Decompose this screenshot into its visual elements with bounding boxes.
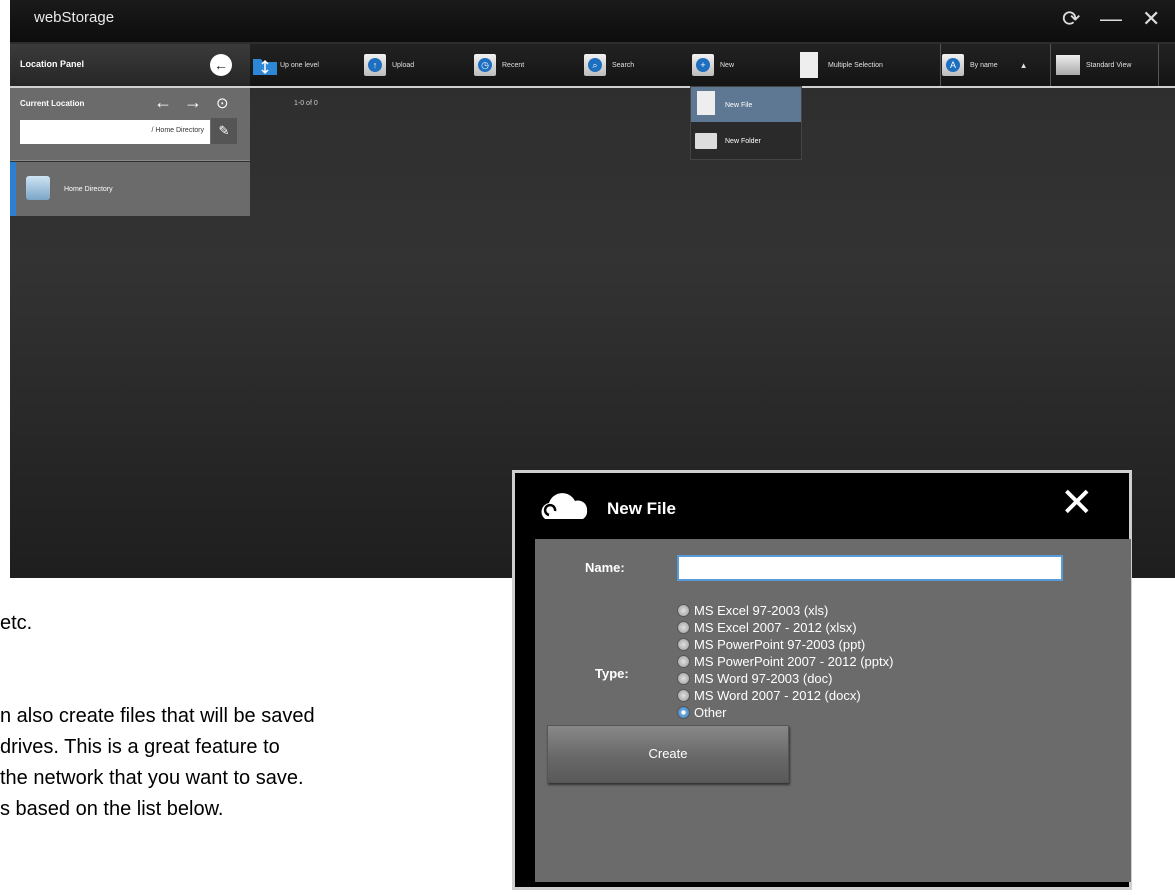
location-panel-header: Location Panel ←	[10, 44, 250, 86]
file-icon	[697, 91, 715, 115]
radio-button-selected[interactable]	[677, 705, 690, 719]
current-location-label: Current Location	[20, 99, 85, 108]
menu-item-new-file[interactable]: New File	[691, 87, 801, 122]
multiple-selection-label: Multiple Selection	[828, 61, 883, 69]
type-option-label: MS Word 97-2003 (doc)	[694, 670, 833, 686]
doc-text: the network that you want to save.	[0, 767, 304, 789]
view-icon	[1056, 55, 1080, 75]
doc-text: n also create files that will be saved	[0, 705, 315, 727]
sort-by-name-button[interactable]: A By name ▲	[942, 52, 1028, 78]
doc-text: drives. This is a great feature to	[0, 736, 280, 758]
menu-item-new-folder[interactable]: New Folder	[691, 123, 801, 158]
title-bar: webStorage ⟳ — ✕	[10, 0, 1175, 42]
new-button[interactable]: + New	[692, 52, 734, 78]
dialog-header: New File ✕	[515, 473, 1129, 543]
current-location-section: Current Location ← → ⊙ / Home Directory …	[10, 88, 250, 161]
radio-button[interactable]	[677, 620, 690, 634]
recent-button[interactable]: ◷ Recent	[474, 52, 524, 78]
up-one-level-button[interactable]: Up one level	[252, 52, 319, 78]
refresh-icon[interactable]: ⟳	[1062, 6, 1080, 32]
doc-text: s based on the list below.	[0, 798, 224, 820]
type-option-ppt[interactable]: MS PowerPoint 97-2003 (ppt)	[677, 635, 865, 653]
type-option-label: MS Excel 97-2003 (xls)	[694, 602, 829, 618]
close-icon[interactable]: ✕	[1142, 6, 1160, 32]
radio-button[interactable]	[677, 654, 690, 668]
name-label: Name:	[585, 560, 625, 575]
dialog-title: New File	[607, 499, 676, 518]
refresh-location-icon[interactable]: ⊙	[216, 94, 229, 112]
type-option-xls[interactable]: MS Excel 97-2003 (xls)	[677, 601, 828, 619]
plus-icon: +	[692, 54, 714, 76]
location-path-field[interactable]: / Home Directory	[20, 120, 210, 144]
type-option-docx[interactable]: MS Word 2007 - 2012 (docx)	[677, 686, 861, 704]
new-label: New	[720, 61, 735, 69]
type-label: Type:	[595, 666, 629, 681]
sort-label: By name	[970, 61, 998, 69]
location-path: / Home Directory	[151, 127, 204, 134]
collapse-panel-icon[interactable]: ←	[210, 54, 232, 76]
type-option-label: MS PowerPoint 2007 - 2012 (pptx)	[694, 653, 894, 669]
recent-label: Recent	[502, 61, 525, 69]
standard-view-label: Standard View	[1086, 61, 1132, 69]
radio-button[interactable]	[677, 603, 690, 617]
forward-arrow-icon[interactable]: →	[184, 92, 202, 113]
location-panel-title: Location Panel	[20, 59, 85, 69]
sidebar-item-home-directory[interactable]: Home Directory	[10, 162, 250, 216]
up-one-level-label: Up one level	[280, 61, 319, 69]
search-label: Search	[612, 61, 635, 69]
type-option-label: MS PowerPoint 97-2003 (ppt)	[694, 636, 866, 652]
radio-button[interactable]	[677, 637, 690, 651]
type-option-label: MS Word 2007 - 2012 (docx)	[694, 687, 861, 703]
multiple-selection-button[interactable]: Multiple Selection	[800, 52, 883, 78]
type-option-other[interactable]: Other	[677, 703, 727, 721]
back-arrow-icon[interactable]: ←	[154, 92, 172, 113]
type-option-doc[interactable]: MS Word 97-2003 (doc)	[677, 669, 833, 687]
folder-icon	[695, 133, 717, 149]
radio-button[interactable]	[677, 688, 690, 702]
new-menu: New File New Folder	[690, 86, 802, 160]
close-icon[interactable]: ✕	[1060, 483, 1094, 523]
dialog-body: Name: Type: MS Excel 97-2003 (xls) MS Ex…	[535, 539, 1131, 882]
type-option-label: MS Excel 2007 - 2012 (xlsx)	[694, 619, 857, 635]
document-icon	[800, 52, 818, 78]
radio-button[interactable]	[677, 671, 690, 685]
cloud-icon	[541, 493, 588, 519]
type-option-pptx[interactable]: MS PowerPoint 2007 - 2012 (pptx)	[677, 652, 893, 670]
new-file-dialog: New File ✕ Name: Type: MS Excel 97-2003 …	[512, 470, 1132, 890]
minimize-icon[interactable]: —	[1100, 6, 1122, 32]
sort-alpha-icon: A	[942, 54, 964, 76]
type-option-label: Other	[694, 704, 727, 720]
toolbar-divider	[1158, 44, 1159, 86]
search-button[interactable]: ⌕ Search	[584, 52, 634, 78]
sort-direction-icon[interactable]: ▲	[1020, 61, 1028, 70]
upload-icon: ↑	[364, 54, 386, 76]
app-title: webStorage	[34, 9, 115, 26]
doc-text: etc.	[0, 612, 33, 634]
folder-up-icon	[252, 54, 277, 76]
clock-icon: ◷	[474, 54, 496, 76]
new-folder-label: New Folder	[725, 138, 761, 145]
cloud-drive-icon	[26, 176, 50, 200]
toolbar-divider	[1050, 44, 1051, 86]
upload-button[interactable]: ↑ Upload	[364, 52, 414, 78]
upload-label: Upload	[392, 61, 415, 69]
toolbar-divider	[940, 44, 941, 86]
file-name-input[interactable]	[677, 555, 1063, 581]
create-button[interactable]: Create	[547, 725, 789, 783]
standard-view-button[interactable]: Standard View	[1056, 52, 1131, 78]
edit-path-icon[interactable]: ✎	[211, 118, 237, 144]
search-icon: ⌕	[584, 54, 606, 76]
new-file-label: New File	[725, 102, 753, 109]
item-count: 1-0 of 0	[294, 100, 318, 107]
type-option-xlsx[interactable]: MS Excel 2007 - 2012 (xlsx)	[677, 618, 857, 636]
home-directory-label: Home Directory	[64, 186, 113, 193]
